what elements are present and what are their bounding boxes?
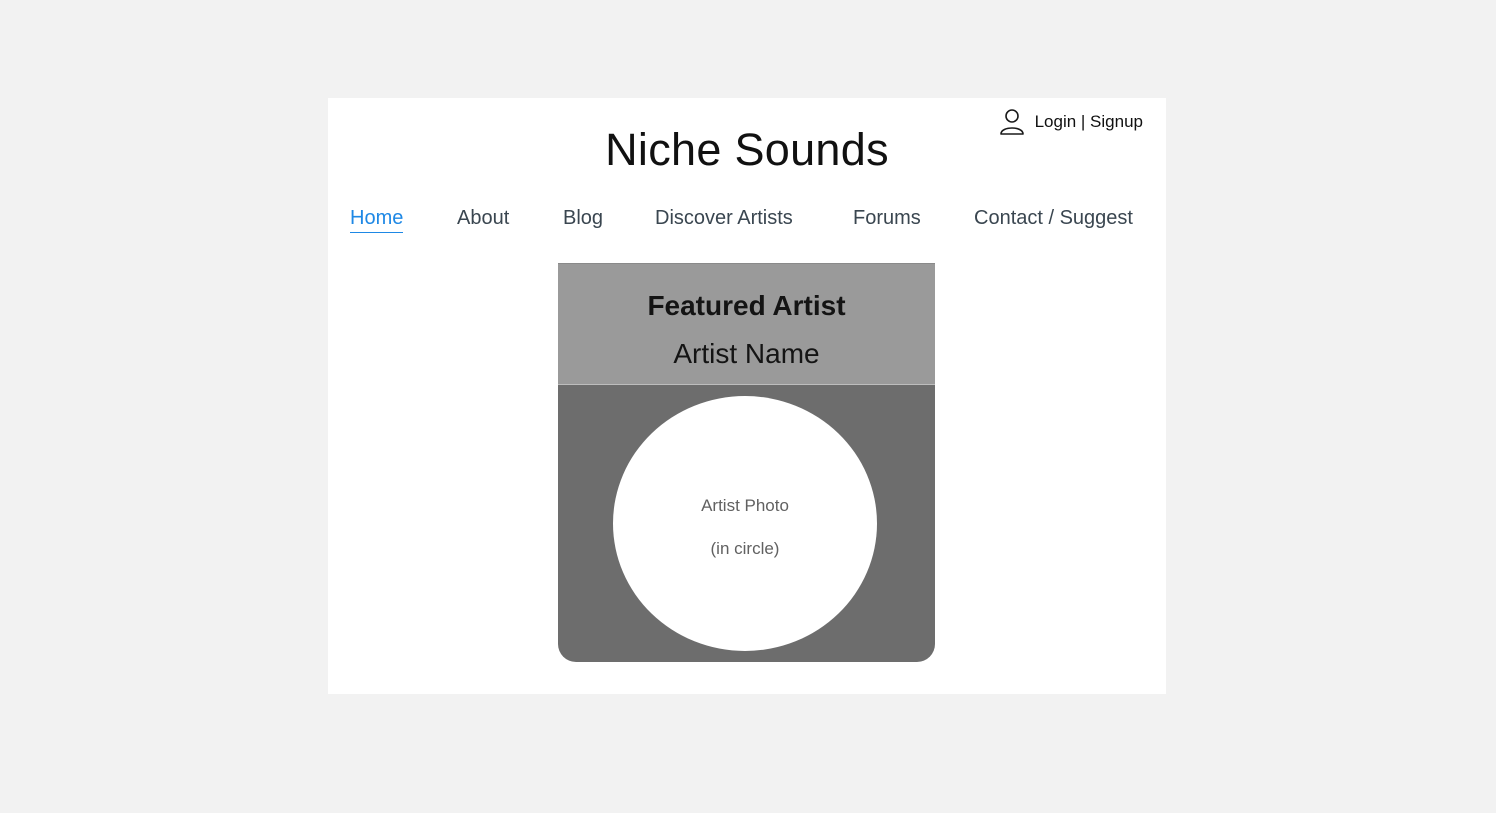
site-title: Niche Sounds: [605, 124, 889, 175]
featured-artist-card: Featured Artist Artist Name Artist Photo…: [558, 263, 935, 662]
artist-photo-placeholder[interactable]: Artist Photo (in circle): [613, 396, 877, 651]
main-nav: Home About Blog Discover Artists Forums …: [328, 204, 1166, 236]
artist-photo-note: (in circle): [710, 539, 780, 558]
featured-artist-heading: Featured Artist: [647, 290, 846, 321]
page-frame: Login | Signup Niche Sounds Home About B…: [328, 98, 1166, 694]
nav-item-discover-artists[interactable]: Discover Artists: [655, 204, 793, 232]
featured-artist-header: Featured Artist Artist Name: [558, 263, 935, 385]
nav-item-blog[interactable]: Blog: [563, 204, 603, 232]
nav-item-home[interactable]: Home: [350, 204, 404, 233]
artist-photo-label: Artist Photo: [701, 496, 789, 515]
artist-name: Artist Name: [673, 338, 820, 369]
nav-item-forums[interactable]: Forums: [853, 204, 921, 232]
nav-item-about[interactable]: About: [457, 204, 509, 232]
nav-item-contact-suggest[interactable]: Contact / Suggest: [974, 204, 1133, 232]
